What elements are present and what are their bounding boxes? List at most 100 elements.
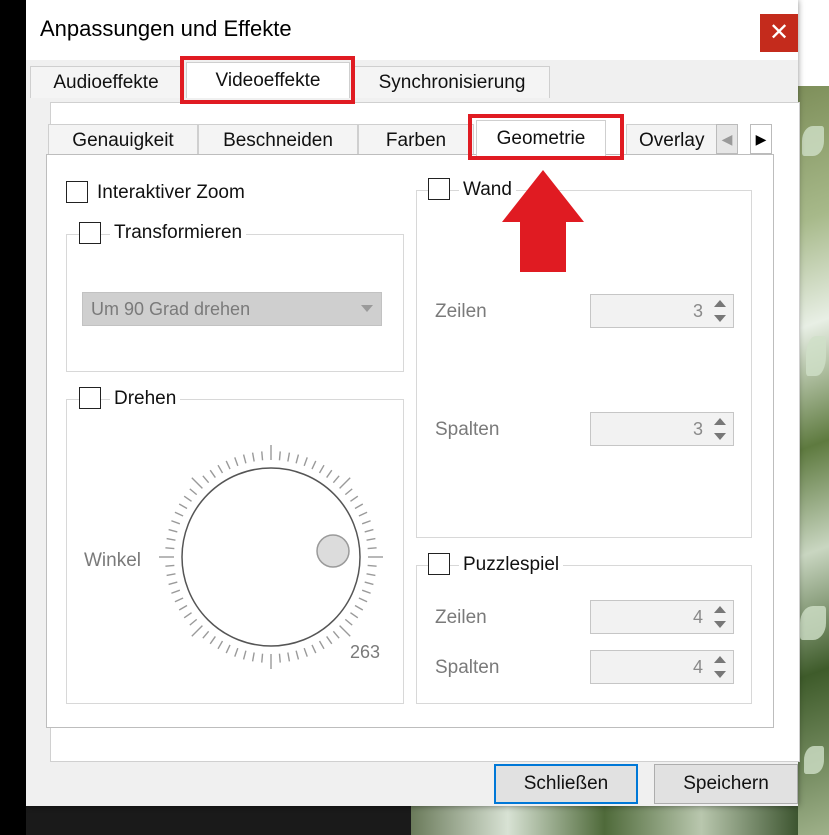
puzzle-cols-label: Spalten: [435, 657, 500, 678]
tab-label: Geometrie: [496, 128, 586, 149]
wall-cols-spinbox[interactable]: 3: [590, 412, 734, 446]
dial-tick: [326, 636, 333, 645]
puzzle-checkbox[interactable]: [428, 553, 450, 575]
dial-tick: [350, 612, 359, 619]
wall-checkbox[interactable]: [428, 178, 450, 200]
dial-tick: [209, 469, 216, 478]
transform-checkbox[interactable]: [79, 222, 101, 244]
spin-up-icon[interactable]: [711, 603, 729, 617]
tab-farben[interactable]: Farben: [358, 124, 474, 156]
interactive-zoom-checkbox[interactable]: [66, 181, 88, 203]
dial-tick: [261, 451, 264, 461]
angle-label: Winkel: [84, 550, 142, 571]
wall-cols-value[interactable]: 3: [603, 413, 703, 445]
dial-tick: [251, 452, 255, 462]
background-plant-image: [798, 86, 829, 835]
dial-tick: [191, 625, 203, 637]
close-window-button[interactable]: ✕: [760, 14, 798, 52]
tab-geometrie[interactable]: Geometrie: [476, 120, 606, 156]
dial-tick: [366, 573, 376, 577]
spin-down-icon[interactable]: [711, 668, 729, 682]
spin-up-icon[interactable]: [711, 415, 729, 429]
tab-label: Farben: [385, 130, 447, 151]
spin-up-icon[interactable]: [711, 297, 729, 311]
spin-down-icon[interactable]: [711, 312, 729, 326]
tab-label: Videoeffekte: [215, 70, 321, 91]
puzzle-rows-value[interactable]: 4: [603, 601, 703, 633]
spin-down-icon[interactable]: [711, 618, 729, 632]
chevron-down-icon: [361, 305, 373, 312]
dial-tick: [234, 457, 239, 467]
puzzle-cols-spinbox[interactable]: 4: [590, 650, 734, 684]
dial-tick: [202, 475, 210, 484]
title-bar: Anpassungen und Effekte ✕: [26, 0, 798, 60]
background-bottom: [26, 806, 798, 835]
dial-tick: [166, 573, 176, 577]
dial-tick: [339, 477, 351, 489]
dial-tick: [171, 589, 181, 594]
dial-tick: [174, 511, 184, 517]
dial-tick: [295, 454, 300, 464]
dial-tick: [354, 604, 364, 611]
transform-select[interactable]: Um 90 Grad drehen: [82, 292, 382, 326]
dial-tick: [183, 612, 192, 619]
tab-overlay[interactable]: Overlay: [626, 124, 722, 156]
tab-label: Beschneiden: [223, 130, 333, 151]
save-button[interactable]: Speichern: [654, 764, 798, 804]
tab-audioeffekte[interactable]: Audioeffekte: [30, 66, 182, 98]
dial-tick: [242, 454, 247, 464]
dial-tick: [234, 647, 239, 657]
dial-tick: [202, 630, 210, 639]
dial-tick: [366, 537, 376, 541]
angle-dial[interactable]: [156, 440, 386, 672]
transform-select-value: Um 90 Grad drehen: [91, 299, 251, 319]
rotate-checkbox[interactable]: [79, 387, 101, 409]
dial-tick: [261, 653, 264, 663]
dial-tick: [168, 528, 178, 533]
dial-tick: [364, 528, 374, 533]
dial-tick: [287, 652, 291, 662]
tab-label: Audioeffekte: [53, 72, 159, 93]
puzzle-label: Puzzlespiel: [459, 554, 564, 576]
interactive-zoom-label: Interaktiver Zoom: [97, 182, 245, 204]
dial-tick: [165, 547, 175, 550]
dial-tick: [178, 604, 188, 611]
close-button[interactable]: Schließen: [494, 764, 638, 804]
dial-tick: [165, 564, 175, 567]
dial-tick: [303, 457, 308, 467]
dial-tick: [339, 625, 351, 637]
wall-rows-label: Zeilen: [435, 301, 487, 322]
dial-tick: [183, 495, 192, 502]
tab-genauigkeit[interactable]: Genauigkeit: [48, 124, 198, 156]
dial-knob[interactable]: [316, 534, 350, 568]
arrow-right-icon: ▶: [755, 131, 767, 147]
spin-down-icon[interactable]: [711, 430, 729, 444]
angle-value: 263: [350, 642, 381, 662]
dial-tick: [350, 495, 359, 502]
dial-tick: [189, 618, 198, 626]
tab-scroll-left-button[interactable]: ◀: [716, 124, 738, 154]
tab-scroll-right-button[interactable]: ▶: [750, 124, 772, 154]
tab-synchronisierung[interactable]: Synchronisierung: [354, 66, 550, 98]
wall-cols-label: Spalten: [435, 419, 500, 440]
close-button-label: Schließen: [523, 773, 609, 794]
puzzle-rows-spinbox[interactable]: 4: [590, 600, 734, 634]
dial-tick: [311, 644, 317, 654]
tab-label: Genauigkeit: [72, 130, 174, 151]
tab-beschneiden[interactable]: Beschneiden: [198, 124, 358, 156]
tab-label: Overlay: [639, 130, 705, 151]
tab-label: Synchronisierung: [378, 72, 526, 93]
dial-tick: [287, 452, 291, 462]
dial-tick: [217, 464, 224, 474]
dial-tick: [332, 630, 340, 639]
dial-tick: [311, 460, 317, 470]
dial-tick: [189, 488, 198, 496]
wall-rows-spinbox[interactable]: 3: [590, 294, 734, 328]
dial-tick: [225, 460, 231, 470]
dial-tick: [209, 636, 216, 645]
wall-rows-value[interactable]: 3: [603, 295, 703, 327]
dial-tick: [332, 475, 340, 484]
spin-up-icon[interactable]: [711, 653, 729, 667]
tab-videoeffekte[interactable]: Videoeffekte: [186, 62, 350, 98]
puzzle-cols-value[interactable]: 4: [603, 651, 703, 683]
